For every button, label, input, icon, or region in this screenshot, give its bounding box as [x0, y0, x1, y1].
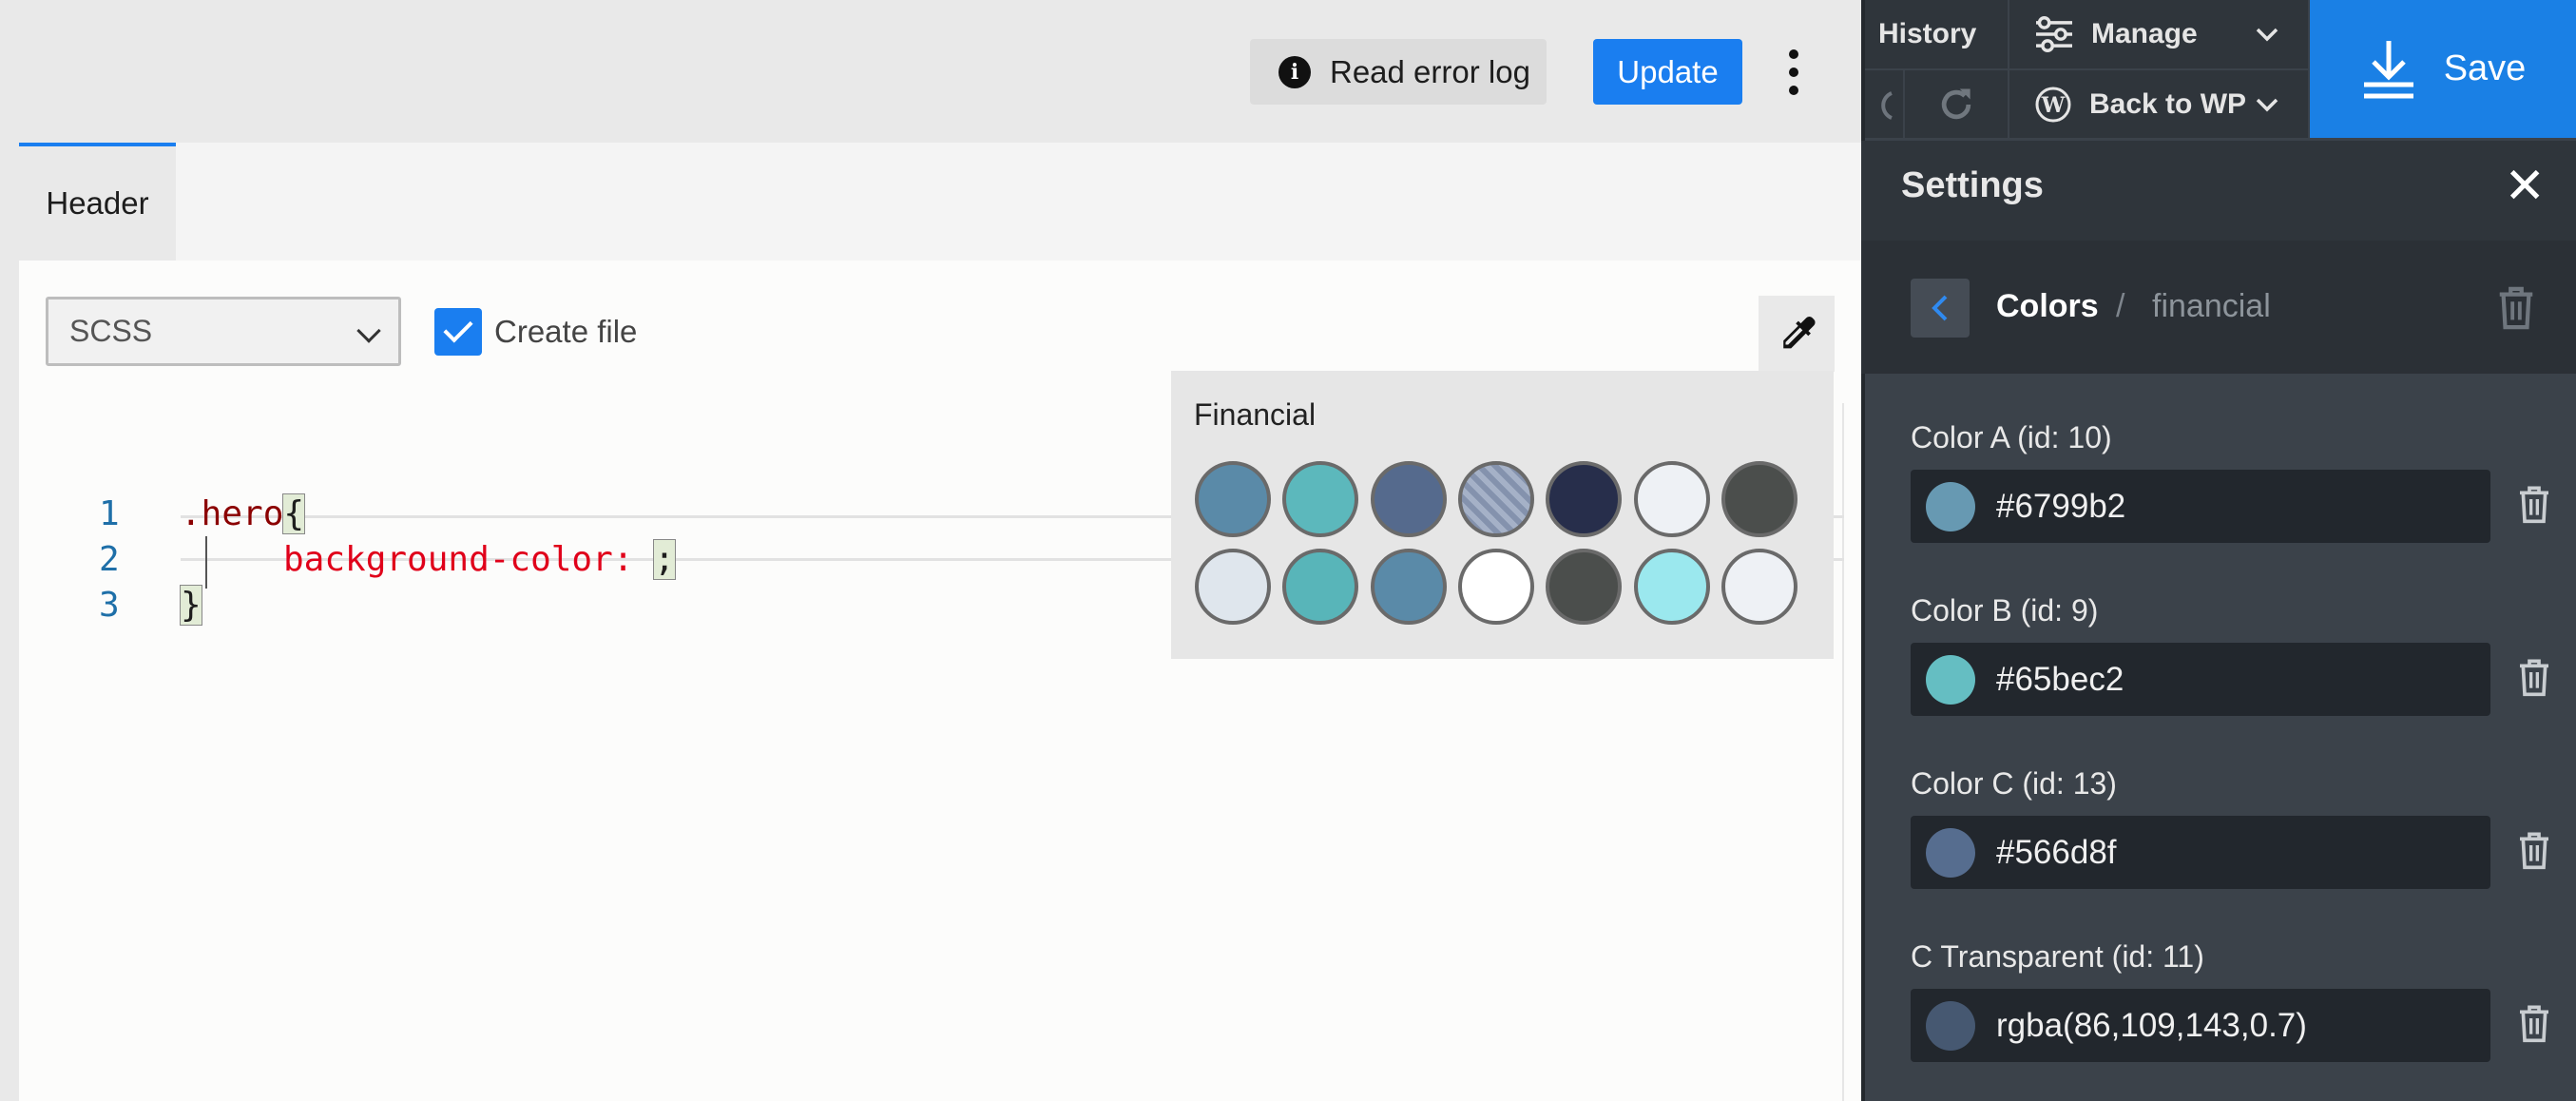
color-label: Color B (id: 9) [1911, 593, 2099, 628]
wordpress-icon: W [2035, 87, 2071, 122]
color-label: C Transparent (id: 11) [1911, 939, 2204, 974]
create-file-label[interactable]: Create file [494, 314, 637, 350]
read-error-log-button[interactable]: i Read error log [1250, 39, 1547, 105]
breadcrumb-colors[interactable]: Colors [1996, 288, 2099, 325]
trash-icon[interactable] [2515, 829, 2553, 871]
palette-popup: Financial [1171, 371, 1834, 659]
palette-title: Financial [1194, 397, 1317, 432]
palette-swatch[interactable] [1195, 549, 1271, 625]
settings-title: Settings [1901, 165, 2044, 205]
line-number: 1 [99, 494, 120, 533]
editor-area: i Read error log Update Header SCSS Crea… [0, 0, 1880, 1101]
palette-swatch[interactable] [1458, 549, 1534, 625]
chevron-down-icon [2256, 28, 2278, 42]
color-value-field[interactable]: #6799b2 [1911, 470, 2490, 543]
undo-icon [1881, 90, 1893, 120]
back-to-wp-menu[interactable]: W Back to WP [2009, 70, 2308, 138]
trash-icon[interactable] [2494, 283, 2538, 331]
color-value-field[interactable]: #566d8f [1911, 816, 2490, 889]
code-line-3: } [180, 585, 202, 626]
trash-icon[interactable] [2515, 483, 2553, 525]
color-item: Color C (id: 13) #566d8f [1911, 766, 2576, 889]
save-label: Save [2443, 48, 2527, 88]
breadcrumb-current: financial [2152, 288, 2271, 324]
color-picker-button[interactable] [1759, 296, 1835, 372]
tab-bar: Header [19, 143, 1861, 261]
color-swatch[interactable] [1926, 654, 1975, 705]
history-button[interactable]: History [1865, 0, 2008, 68]
chevron-down-icon [356, 319, 381, 343]
line-number: 2 [99, 540, 120, 579]
line-number: 3 [99, 586, 120, 625]
palette-swatch[interactable] [1195, 461, 1271, 537]
redo-icon [1941, 88, 1971, 119]
breadcrumb: Colors / financial [1861, 241, 2576, 374]
palette-swatch[interactable] [1282, 461, 1358, 537]
back-button[interactable] [1911, 279, 1970, 338]
language-select[interactable]: SCSS [46, 297, 401, 366]
color-swatch[interactable] [1926, 827, 1975, 878]
sliders-icon [2036, 16, 2072, 52]
close-icon[interactable]: ✕ [2504, 162, 2546, 211]
palette-swatch[interactable] [1282, 549, 1358, 625]
read-error-log-label: Read error log [1330, 53, 1530, 89]
color-value: #566d8f [1996, 833, 2117, 871]
palette-swatch[interactable] [1546, 549, 1622, 625]
palette-swatch[interactable] [1458, 461, 1534, 537]
color-swatch[interactable] [1926, 481, 1975, 531]
color-item: C Transparent (id: 11) rgba(86,109,143,0… [1911, 939, 2576, 1062]
eyedropper-icon [1783, 316, 1816, 349]
palette-swatch[interactable] [1721, 461, 1797, 537]
info-icon: i [1278, 55, 1311, 88]
color-item: Color B (id: 9) #65bec2 [1911, 593, 2576, 716]
editor-scroll-track [1842, 403, 1844, 1101]
color-value-field[interactable]: rgba(86,109,143,0.7) [1911, 989, 2490, 1062]
undo-button[interactable] [1865, 70, 1903, 138]
color-value: #65bec2 [1996, 660, 2124, 698]
update-button[interactable]: Update [1593, 39, 1742, 105]
redo-button[interactable] [1905, 70, 2008, 138]
color-swatch[interactable] [1926, 1000, 1975, 1051]
svg-text:W: W [2041, 93, 2066, 118]
save-button[interactable]: Save [2310, 0, 2576, 138]
tab-header[interactable]: Header [19, 143, 176, 261]
manage-label: Manage [2091, 18, 2198, 49]
create-file-checkbox[interactable] [434, 308, 482, 356]
breadcrumb-separator: / [2116, 288, 2125, 324]
color-label: Color A (id: 10) [1911, 420, 2112, 454]
more-options-icon[interactable] [1779, 46, 1808, 99]
code-line-2: background-color: ; [283, 539, 676, 580]
color-value-field[interactable]: #65bec2 [1911, 643, 2490, 716]
manage-menu[interactable]: Manage [2009, 0, 2308, 68]
color-label: Color C (id: 13) [1911, 766, 2117, 801]
back-to-wp-label: Back to WP [2089, 87, 2247, 120]
color-value: #6799b2 [1996, 487, 2126, 525]
palette-swatch[interactable] [1634, 461, 1710, 537]
palette-swatch[interactable] [1371, 549, 1447, 625]
editor-toolbar: i Read error log Update [0, 0, 1861, 143]
history-label: History [1878, 18, 1977, 49]
trash-icon[interactable] [2515, 656, 2553, 698]
palette-swatch[interactable] [1371, 461, 1447, 537]
code-line-1: .hero{ [181, 493, 306, 534]
trash-icon[interactable] [2515, 1002, 2553, 1044]
palette-swatch[interactable] [1546, 461, 1622, 537]
color-item: Color A (id: 10) #6799b2 [1911, 420, 2576, 543]
indent-guide [205, 536, 207, 589]
chevron-left-icon [1932, 295, 1948, 321]
palette-swatch[interactable] [1721, 549, 1797, 625]
language-select-value: SCSS [69, 314, 153, 348]
download-icon [2363, 40, 2413, 98]
chevron-down-icon [2256, 98, 2278, 111]
settings-sidebar: History Manage W Back to WP Save Setting… [1861, 0, 2576, 1101]
palette-swatch[interactable] [1634, 549, 1710, 625]
color-value: rgba(86,109,143,0.7) [1996, 1006, 2307, 1044]
settings-header: Settings ✕ [1861, 141, 2576, 241]
